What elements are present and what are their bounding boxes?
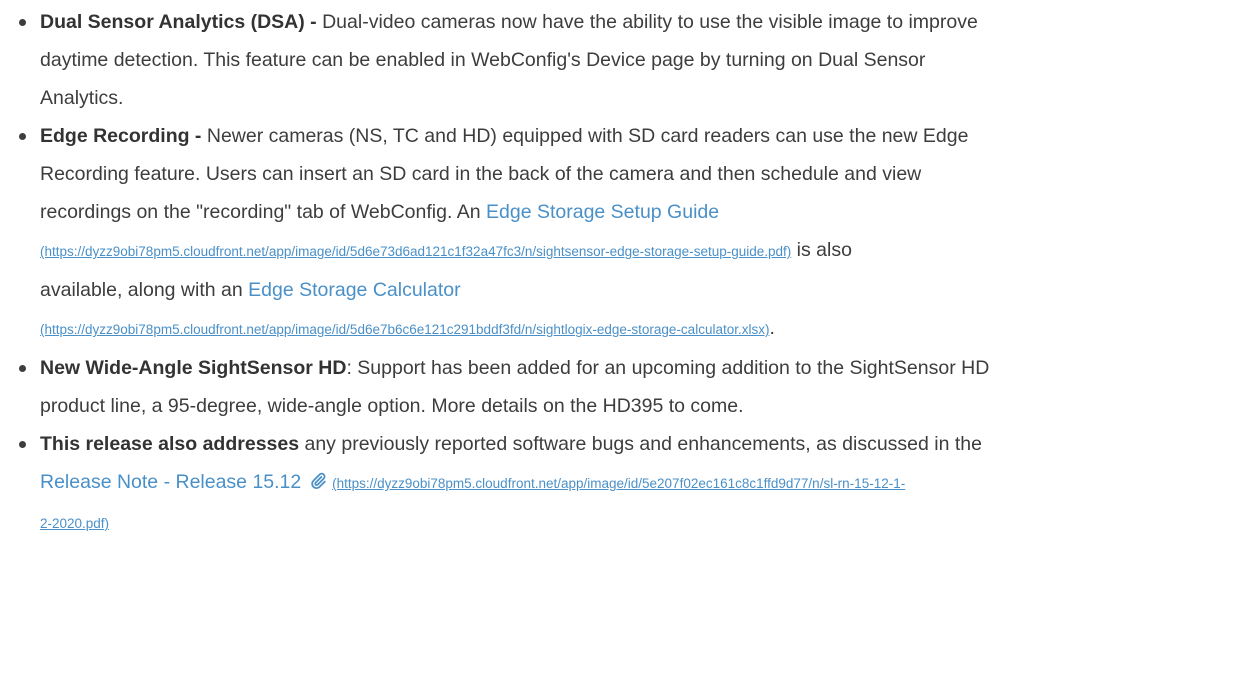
feature-line: This release also addresses any previous… <box>40 425 1239 463</box>
feature-list: Dual Sensor Analytics (DSA) - Dual-video… <box>0 0 1253 543</box>
feature-line: 2-2020.pdf) <box>40 503 1239 543</box>
release-note-link[interactable]: Release Note - Release 15.12 <box>40 471 301 493</box>
feature-text: product line, a 95-degree, wide-angle op… <box>40 395 744 417</box>
feature-line: (https://dyzz9obi78pm5.cloudfront.net/ap… <box>40 309 1239 349</box>
list-item-edge-recording: Edge Recording - Newer cameras (NS, TC a… <box>0 117 1253 349</box>
release-note-url-continued[interactable]: 2-2020.pdf) <box>40 516 109 531</box>
bullet-icon <box>19 441 26 448</box>
feature-text: : Support has been added for an upcoming… <box>346 357 990 379</box>
release-note-url[interactable]: (https://dyzz9obi78pm5.cloudfront.net/ap… <box>332 476 905 491</box>
feature-text: recordings on the "recording" tab of Web… <box>40 201 486 223</box>
feature-text: any previously reported software bugs an… <box>299 433 982 455</box>
feature-text: Newer cameras (NS, TC and HD) equipped w… <box>201 125 969 147</box>
paperclip-icon <box>309 465 327 489</box>
feature-line: (https://dyzz9obi78pm5.cloudfront.net/ap… <box>40 231 1239 271</box>
edge-storage-calculator-url[interactable]: (https://dyzz9obi78pm5.cloudfront.net/ap… <box>40 322 769 337</box>
feature-label: Edge Recording - <box>40 125 202 147</box>
feature-line: Release Note - Release 15.12 (https://dy… <box>40 463 1239 503</box>
feature-text: available, along with an <box>40 279 249 301</box>
release-notes-content: Dual Sensor Analytics (DSA) - Dual-video… <box>0 0 1253 543</box>
bullet-icon <box>19 133 26 140</box>
bullet-icon <box>19 365 26 372</box>
bullet-icon <box>19 19 26 26</box>
list-item-wide-angle-sightsensor: New Wide-Angle SightSensor HD: Support h… <box>0 349 1253 425</box>
feature-line: New Wide-Angle SightSensor HD: Support h… <box>40 349 1239 387</box>
list-item-dual-sensor-analytics: Dual Sensor Analytics (DSA) - Dual-video… <box>0 0 1253 117</box>
feature-line: Edge Recording - Newer cameras (NS, TC a… <box>40 117 1239 155</box>
feature-label: New Wide-Angle SightSensor HD <box>40 357 347 379</box>
feature-label: This release also addresses <box>40 433 300 455</box>
feature-label: Dual Sensor Analytics (DSA) - <box>40 11 317 33</box>
feature-line: Dual Sensor Analytics (DSA) - Dual-video… <box>40 3 1239 41</box>
edge-storage-setup-guide-url[interactable]: (https://dyzz9obi78pm5.cloudfront.net/ap… <box>40 244 791 259</box>
feature-text: daytime detection. This feature can be e… <box>40 49 926 71</box>
feature-line: recordings on the "recording" tab of Web… <box>40 193 1239 231</box>
edge-storage-calculator-link[interactable]: Edge Storage Calculator <box>248 279 460 301</box>
feature-text: Recording feature. Users can insert an S… <box>40 163 922 185</box>
feature-text: . <box>769 317 775 339</box>
edge-storage-setup-guide-link[interactable]: Edge Storage Setup Guide <box>486 201 719 223</box>
feature-text: is also <box>791 239 852 261</box>
feature-text: Dual-video cameras now have the ability … <box>316 11 978 33</box>
feature-text: Analytics. <box>40 87 124 109</box>
list-item-release-addresses: This release also addresses any previous… <box>0 425 1253 543</box>
feature-line: available, along with an Edge Storage Ca… <box>40 271 1239 309</box>
